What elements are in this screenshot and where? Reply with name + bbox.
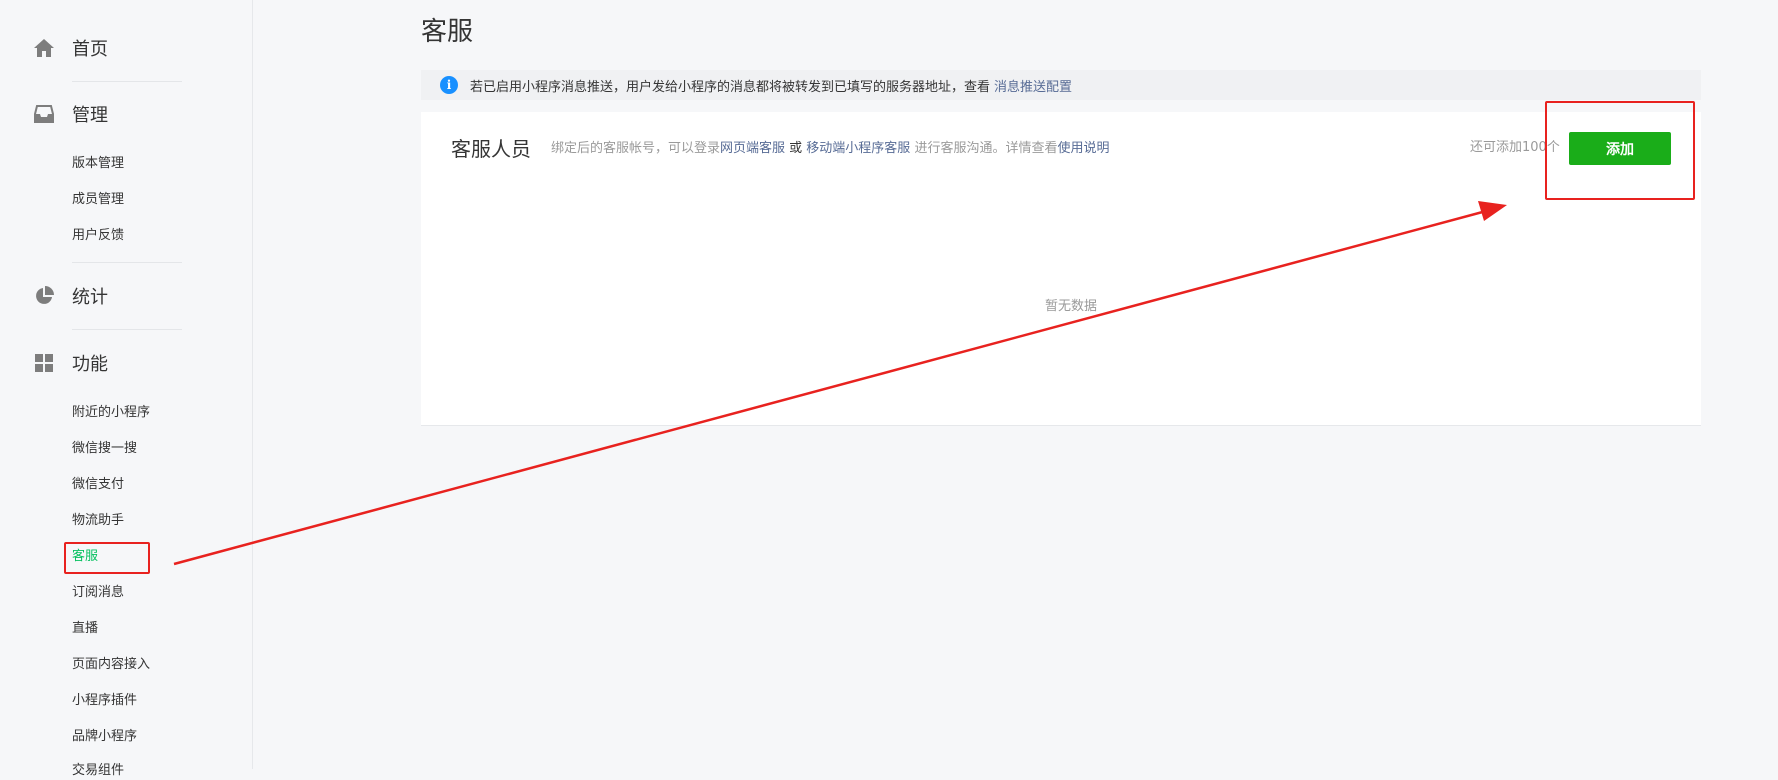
notice-text: 若已启用小程序消息推送，用户发给小程序的消息都将被转发到已填写的服务器地址，查看 — [470, 79, 991, 95]
info-icon: i — [440, 76, 458, 94]
web-service-link[interactable]: 网页端客服 — [720, 141, 785, 156]
sidebar-item-subscribe[interactable]: 订阅消息 — [72, 584, 124, 602]
desc-text: 绑定后的客服帐号，可以登录 — [551, 141, 721, 156]
nav-divider — [72, 81, 182, 82]
nav-group-stats[interactable]: 统计 — [32, 281, 108, 311]
sidebar-item-logistics[interactable]: 物流助手 — [72, 512, 124, 530]
desc-text: 进行客服沟通。详情查看 — [910, 141, 1058, 156]
sidebar-item-trade[interactable]: 交易组件 — [72, 762, 124, 780]
sidebar-item-live[interactable]: 直播 — [72, 620, 98, 638]
sidebar-item-members[interactable]: 成员管理 — [72, 191, 124, 209]
sidebar-item-feedback[interactable]: 用户反馈 — [72, 227, 124, 245]
sidebar-item-version[interactable]: 版本管理 — [72, 155, 124, 173]
desc-text: 或 — [785, 141, 807, 156]
help-link[interactable]: 使用说明 — [1057, 141, 1109, 156]
sidebar-item-search[interactable]: 微信搜一搜 — [72, 440, 137, 458]
card-title: 客服人员 — [451, 137, 531, 161]
nav-group-label: 功能 — [72, 354, 108, 375]
mobile-service-link[interactable]: 移动端小程序客服 — [806, 141, 910, 156]
sidebar-item-plugins[interactable]: 小程序插件 — [72, 692, 137, 710]
grid-icon — [32, 351, 56, 375]
nav-group-home[interactable]: 首页 — [32, 33, 108, 63]
inbox-icon — [32, 102, 56, 126]
pie-chart-icon — [32, 284, 56, 308]
page-title: 客服 — [421, 17, 474, 47]
sidebar-item-nearby[interactable]: 附近的小程序 — [72, 404, 150, 422]
nav-group-label: 统计 — [72, 287, 108, 308]
customer-service-card: 客服人员 绑定后的客服帐号，可以登录网页端客服 或 移动端小程序客服 进行客服沟… — [421, 112, 1701, 426]
empty-state: 暂无数据 — [1044, 299, 1097, 314]
annotation-box-sidebar — [64, 542, 150, 574]
nav-group-manage[interactable]: 管理 — [32, 99, 108, 129]
nav-group-label: 管理 — [72, 105, 108, 126]
card-description: 绑定后的客服帐号，可以登录网页端客服 或 移动端小程序客服 进行客服沟通。详情查… — [551, 140, 1109, 158]
nav-divider — [72, 262, 182, 263]
notice-bar: i 若已启用小程序消息推送，用户发给小程序的消息都将被转发到已填写的服务器地址，… — [421, 70, 1701, 100]
sidebar: 首页 管理 版本管理 成员管理 用户反馈 统计 功能 附近的小程序 微信搜一搜 … — [0, 0, 253, 778]
annotation-box-add — [1545, 101, 1695, 200]
sidebar-item-content-access[interactable]: 页面内容接入 — [72, 656, 150, 674]
sidebar-item-pay[interactable]: 微信支付 — [72, 476, 124, 494]
home-icon — [32, 36, 56, 60]
nav-group-label: 首页 — [72, 39, 108, 60]
nav-divider — [72, 329, 182, 330]
sidebar-item-brand[interactable]: 品牌小程序 — [72, 728, 137, 746]
nav-group-features[interactable]: 功能 — [32, 348, 108, 378]
message-push-config-link[interactable]: 消息推送配置 — [994, 76, 1072, 95]
